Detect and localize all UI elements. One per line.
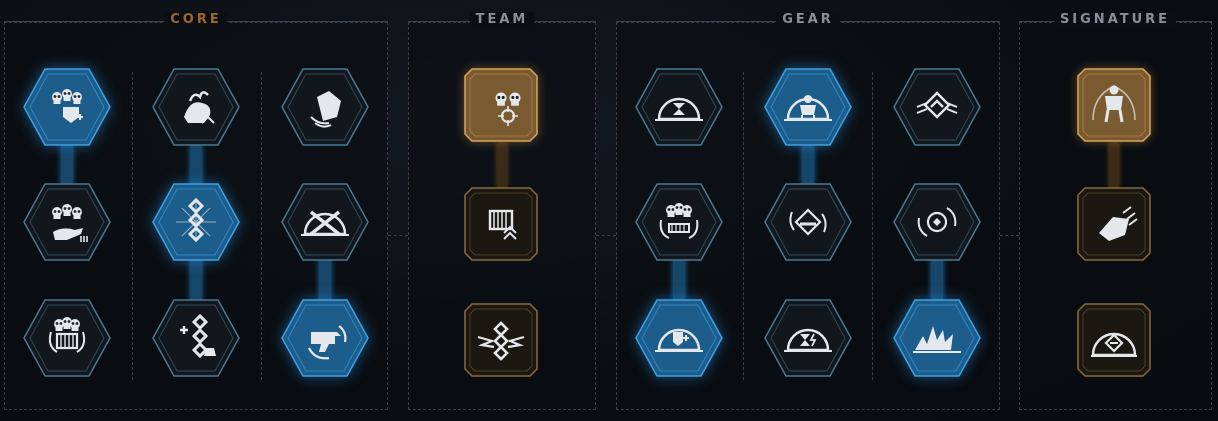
chain-link-burst-icon <box>152 183 240 261</box>
panel-connector <box>596 235 616 236</box>
perk-link <box>190 258 202 300</box>
hourglass-dome-icon <box>635 68 723 146</box>
plus-dome-icon <box>635 299 723 377</box>
bolter-cycle-icon <box>281 299 369 377</box>
diamond-dome-icon <box>1077 303 1151 377</box>
squad-skulls-hand-icon <box>23 183 111 261</box>
ammo-crate-icon <box>464 187 538 261</box>
gear-perk-7[interactable] <box>635 298 723 378</box>
gear-perk-1[interactable] <box>635 67 723 147</box>
squad-ammo-cycle-icon <box>635 183 723 261</box>
energy-fist-icon <box>1077 187 1151 261</box>
reticle-cycle-icon <box>893 183 981 261</box>
team-perk-2[interactable] <box>464 187 538 261</box>
impact-burst-icon <box>893 299 981 377</box>
perk-link <box>190 145 202 185</box>
gear-column-separator <box>743 72 744 380</box>
flaming-fist-icon <box>152 68 240 146</box>
gear-perk-6[interactable] <box>893 182 981 262</box>
perk-link <box>802 145 814 185</box>
core-perk-4[interactable] <box>23 182 111 262</box>
core-perk-1[interactable] <box>23 67 111 147</box>
perk-link <box>673 258 685 300</box>
team-perk-1[interactable] <box>464 68 538 142</box>
gear-column-separator <box>872 72 873 380</box>
gear-perk-5[interactable] <box>764 182 852 262</box>
core-perk-9[interactable] <box>281 298 369 378</box>
hourglass-bolt-dome-icon <box>764 299 852 377</box>
team-title: TEAM <box>469 12 535 27</box>
skull-target-icon <box>464 68 538 142</box>
gear-perk-8[interactable] <box>764 298 852 378</box>
panel-connector <box>1000 235 1019 236</box>
marine-dome-icon <box>764 68 852 146</box>
panel-connector <box>388 235 408 236</box>
gear-perk-4[interactable] <box>635 182 723 262</box>
perk-link <box>61 145 73 185</box>
perk-link <box>497 143 507 187</box>
core-perk-7[interactable] <box>23 298 111 378</box>
core-title: CORE <box>164 12 228 27</box>
signature-title: SIGNATURE <box>1053 12 1177 27</box>
gear-perk-9[interactable] <box>893 298 981 378</box>
team-perk-3[interactable] <box>464 303 538 377</box>
marine-aura-icon <box>1077 68 1151 142</box>
signature-perk-2[interactable] <box>1077 187 1151 261</box>
winged-diamond-icon <box>893 68 981 146</box>
signature-perk-1[interactable] <box>1077 68 1151 142</box>
hand-aura-icon <box>281 68 369 146</box>
chain-plus-weight-icon <box>152 299 240 377</box>
core-perk-6[interactable] <box>281 182 369 262</box>
gear-title: GEAR <box>776 12 840 27</box>
skulls-crate-arrows-icon <box>23 299 111 377</box>
core-perk-3[interactable] <box>281 67 369 147</box>
shield-diamond-cycle-icon <box>764 183 852 261</box>
perk-link <box>319 258 331 300</box>
gear-perk-2[interactable] <box>764 67 852 147</box>
perk-link <box>1109 143 1119 187</box>
winged-chain-icon <box>464 303 538 377</box>
crossed-bolters-dome-icon <box>281 183 369 261</box>
core-perk-2[interactable] <box>152 67 240 147</box>
signature-perk-3[interactable] <box>1077 303 1151 377</box>
core-column-separator <box>132 72 133 380</box>
squad-skulls-shield-icon <box>23 68 111 146</box>
perk-link <box>931 258 943 300</box>
core-perk-8[interactable] <box>152 298 240 378</box>
core-column-separator <box>261 72 262 380</box>
core-perk-5[interactable] <box>152 182 240 262</box>
gear-perk-3[interactable] <box>893 67 981 147</box>
